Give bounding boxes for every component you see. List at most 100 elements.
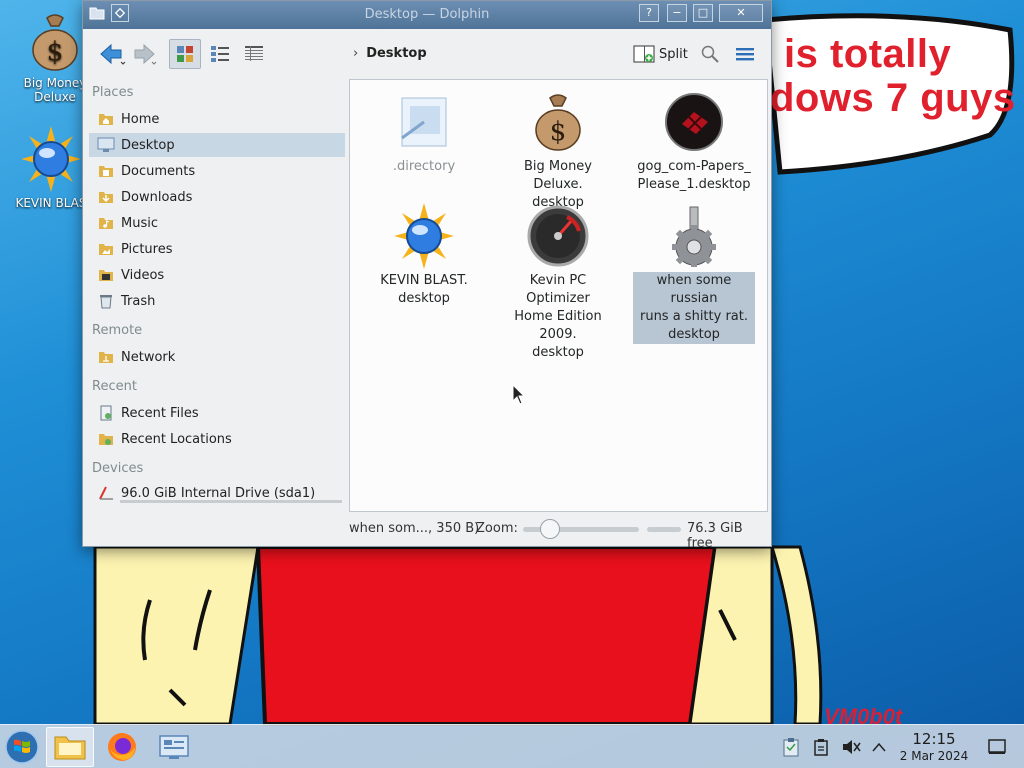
- clock[interactable]: 12:15 2 Mar 2024: [890, 730, 978, 764]
- sidebar-item-home[interactable]: Home: [89, 107, 345, 131]
- documents-folder-icon: [97, 162, 115, 180]
- chevron-up-icon: [872, 742, 886, 752]
- toolbar: › Desktop Split: [83, 29, 771, 79]
- breadcrumb-current: Desktop: [366, 46, 427, 61]
- drive-usage-bar: [120, 500, 342, 503]
- sidebar-item-recent-locations[interactable]: Recent Locations: [89, 427, 345, 451]
- clock-date: 2 Mar 2024: [899, 749, 969, 763]
- close-button[interactable]: ✕: [719, 4, 763, 22]
- file-view[interactable]: .directory $ Big Money Deluxe. desktop g…: [349, 79, 768, 512]
- status-bar: when som..., 350 B) Zoom: 76.3 GiB free: [83, 515, 771, 551]
- zoom-slider-handle[interactable]: [540, 519, 561, 539]
- search-button[interactable]: [697, 39, 723, 69]
- section-heading-places: Places: [92, 85, 134, 100]
- file-item[interactable]: $ Big Money Deluxe. desktop: [496, 90, 620, 212]
- sidebar-item-label: Music: [121, 215, 158, 231]
- file-item[interactable]: gog_com-Papers_ Please_1.desktop: [632, 90, 756, 194]
- back-arrow-icon: [100, 43, 126, 65]
- compact-view-button[interactable]: [205, 39, 235, 69]
- kevin-blast-icon: [392, 203, 456, 269]
- sidebar-item-recent-files[interactable]: Recent Files: [89, 401, 345, 425]
- split-label: Split: [659, 46, 688, 62]
- wallpaper-caption-line2: dows 7 guys: [770, 76, 1016, 120]
- sidebar-item-desktop[interactable]: Desktop: [89, 133, 345, 157]
- section-heading-recent: Recent: [92, 379, 137, 394]
- hamburger-menu-button[interactable]: [731, 39, 759, 69]
- taskbar-file-manager[interactable]: [46, 727, 94, 767]
- sidebar-item-label: Trash: [121, 293, 156, 309]
- file-item[interactable]: Kevin PC Optimizer Home Edition 2009. de…: [496, 204, 620, 362]
- gauge-icon: [526, 204, 590, 268]
- window-titlebar[interactable]: Desktop — Dolphin ? − □ ✕: [83, 1, 771, 29]
- videos-folder-icon: [97, 266, 115, 284]
- recent-locations-icon: [97, 430, 115, 448]
- sidebar-item-label: Network: [121, 349, 176, 365]
- tray-expand[interactable]: [868, 735, 890, 759]
- zoom-label: Zoom:: [476, 521, 518, 536]
- section-heading-remote: Remote: [92, 323, 143, 338]
- downloads-folder-icon: [97, 188, 115, 206]
- maximize-button[interactable]: □: [693, 4, 713, 22]
- file-item-selected[interactable]: when some russian runs a shitty rat. des…: [632, 204, 756, 344]
- taskbar-firefox[interactable]: [100, 727, 144, 767]
- network-folder-icon: [97, 348, 115, 366]
- papers-please-icon: [662, 90, 726, 154]
- icons-view-button[interactable]: [169, 39, 201, 69]
- svg-text:$: $: [550, 117, 567, 147]
- compact-view-icon: [211, 46, 229, 62]
- tray-clipboard[interactable]: [780, 735, 802, 759]
- mouse-cursor-icon: [512, 384, 526, 405]
- free-space-bar: [647, 527, 681, 532]
- places-panel: Places Home Desktop Documents Downloads …: [87, 79, 347, 511]
- drive-icon: [97, 484, 115, 502]
- recent-files-icon: [97, 404, 115, 422]
- file-item[interactable]: KEVIN BLAST. desktop: [362, 203, 486, 308]
- file-name: Kevin PC Optimizer Home Edition 2009. de…: [514, 273, 602, 360]
- sidebar-item-trash[interactable]: Trash: [89, 289, 345, 313]
- clock-time: 12:15: [912, 730, 956, 748]
- sidebar-item-pictures[interactable]: Pictures: [89, 237, 345, 261]
- file-name: gog_com-Papers_ Please_1.desktop: [637, 159, 751, 192]
- breadcrumb[interactable]: › Desktop: [353, 46, 427, 61]
- pictures-folder-icon: [97, 240, 115, 258]
- file-name: .directory: [392, 159, 456, 174]
- system-settings-icon: [159, 735, 189, 759]
- sidebar-item-documents[interactable]: Documents: [89, 159, 345, 183]
- details-view-icon: [245, 46, 263, 61]
- forward-button[interactable]: [131, 39, 161, 69]
- minimize-button[interactable]: −: [667, 4, 687, 22]
- gear-icon: [662, 204, 726, 268]
- chevron-right-icon: ›: [353, 46, 359, 61]
- taskbar-system-settings[interactable]: [152, 727, 196, 767]
- split-button[interactable]: Split: [633, 44, 688, 64]
- firefox-icon: [108, 733, 136, 761]
- file-item[interactable]: .directory: [362, 90, 486, 176]
- sidebar-item-label: Downloads: [121, 189, 193, 205]
- selection-info: when som..., 350 B): [349, 521, 480, 536]
- show-desktop-button[interactable]: [986, 735, 1008, 759]
- sidebar-item-music[interactable]: Music: [89, 211, 345, 235]
- sidebar-item-label: Recent Files: [121, 405, 199, 421]
- tray-notes[interactable]: [810, 735, 832, 759]
- back-button[interactable]: [95, 39, 129, 69]
- icons-view-icon: [177, 46, 193, 62]
- sidebar-item-downloads[interactable]: Downloads: [89, 185, 345, 209]
- svg-text:$: $: [47, 37, 64, 67]
- search-icon: [701, 45, 719, 63]
- money-bag-icon: $: [32, 14, 78, 71]
- dolphin-window: Desktop — Dolphin ? − □ ✕ › Desktop Spli…: [82, 0, 772, 551]
- kevin-blast-icon: [21, 126, 81, 192]
- sidebar-item-network[interactable]: Network: [89, 345, 345, 369]
- sidebar-item-videos[interactable]: Videos: [89, 263, 345, 287]
- notes-icon: [814, 739, 828, 756]
- start-button[interactable]: [2, 727, 42, 767]
- home-folder-icon: [97, 110, 115, 128]
- help-button[interactable]: ?: [639, 4, 659, 22]
- show-desktop-icon: [988, 739, 1006, 754]
- tray-volume[interactable]: [840, 735, 862, 759]
- wallpaper-caption-line1: is totally: [784, 32, 952, 76]
- sidebar-item-label: Home: [121, 111, 160, 127]
- file-name: KEVIN BLAST. desktop: [380, 273, 468, 306]
- windows-logo-icon: [5, 730, 39, 764]
- details-view-button[interactable]: [239, 39, 269, 69]
